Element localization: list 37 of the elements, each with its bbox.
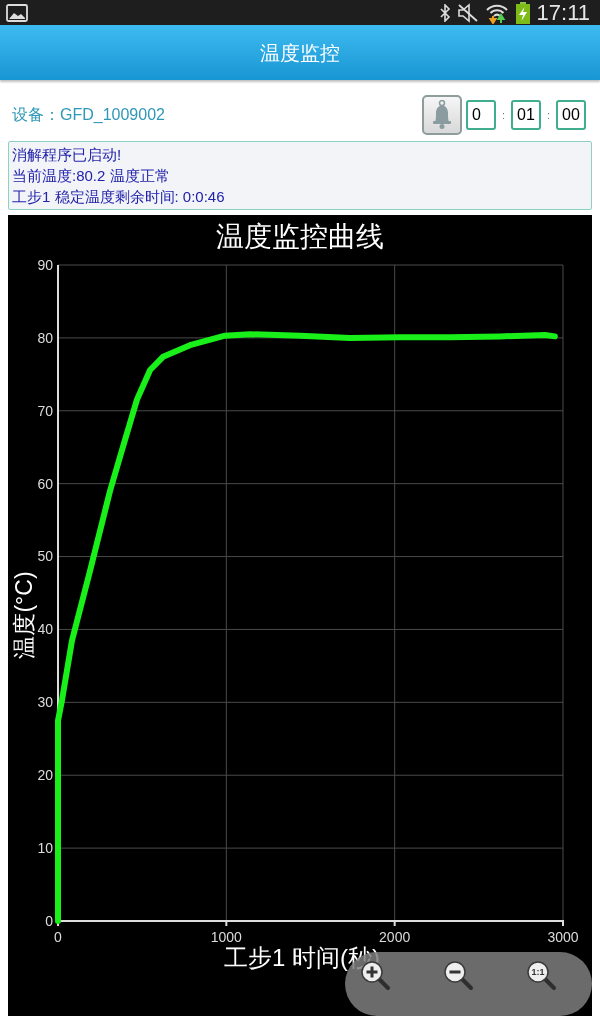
timer-field[interactable]: 0 xyxy=(466,100,496,130)
image-icon xyxy=(6,3,28,22)
x-tick-label: 0 xyxy=(54,929,62,945)
y-tick-label: 30 xyxy=(37,694,53,711)
alarm-button[interactable] xyxy=(422,95,462,135)
y-tick-label: 20 xyxy=(37,767,53,784)
y-tick-label: 0 xyxy=(45,912,53,929)
app-title: 温度监控 xyxy=(260,40,340,66)
bell-icon xyxy=(430,100,454,130)
device-label: 设备：GFD_1009002 xyxy=(12,105,165,125)
y-tick-label: 80 xyxy=(37,329,53,346)
chart-title: 温度监控曲线 xyxy=(216,221,384,252)
y-axis-title: 温度(°C) xyxy=(11,571,38,659)
battery-charging-icon xyxy=(514,1,531,24)
zoom-reset-button[interactable]: 1:1 xyxy=(526,960,558,992)
zoom-ratio-label: 1:1 xyxy=(531,967,545,977)
y-tick-label: 40 xyxy=(37,621,53,638)
timer-field[interactable]: 01 xyxy=(511,100,541,130)
bluetooth-icon xyxy=(438,3,451,22)
y-tick-label: 70 xyxy=(37,402,53,419)
y-tick-label: 10 xyxy=(37,840,53,856)
zoom-out-button[interactable] xyxy=(443,960,475,992)
status-message: 工步1 稳定温度剩余时间: 0:0:46 xyxy=(12,187,226,207)
timer-field[interactable]: 00 xyxy=(556,100,586,130)
x-tick-label: 3000 xyxy=(547,929,579,945)
y-tick-label: 90 xyxy=(37,256,53,273)
status-message: 消解程序已启动! xyxy=(12,145,123,165)
y-tick-label: 50 xyxy=(37,548,53,565)
time-separator: : xyxy=(500,107,507,123)
mute-icon xyxy=(456,2,479,23)
zoom-out-icon xyxy=(443,960,475,992)
clock-time: 17:11 xyxy=(536,1,590,24)
status-message: 当前温度:80.2 温度正常 xyxy=(12,166,171,186)
time-separator: : xyxy=(545,107,552,123)
x-tick-label: 1000 xyxy=(210,929,242,945)
x-tick-label: 2000 xyxy=(379,929,411,945)
y-tick-label: 60 xyxy=(37,475,53,492)
